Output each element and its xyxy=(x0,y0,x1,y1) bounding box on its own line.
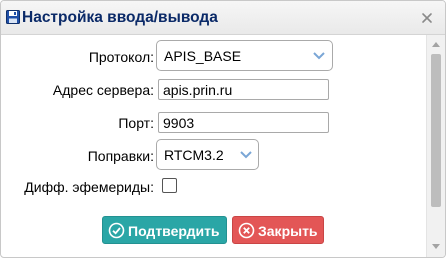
confirm-button-label: Подтвердить xyxy=(128,223,220,239)
scroll-up-arrow-icon[interactable] xyxy=(431,40,441,48)
chevron-down-icon xyxy=(240,151,252,159)
vertical-scrollbar[interactable] xyxy=(426,35,445,257)
scroll-down-arrow-icon[interactable] xyxy=(431,243,441,251)
server-address-input[interactable] xyxy=(158,79,329,100)
scrollbar-thumb[interactable] xyxy=(431,54,441,207)
protocol-label: Протокол: xyxy=(88,49,154,65)
x-circle-icon xyxy=(238,222,255,239)
check-circle-icon xyxy=(108,222,125,239)
save-icon xyxy=(6,10,20,24)
close-button[interactable]: Закрыть xyxy=(232,216,324,244)
close-icon[interactable] xyxy=(421,12,433,24)
corrections-label: Поправки: xyxy=(87,148,154,164)
chevron-down-icon xyxy=(313,52,325,60)
port-input[interactable] xyxy=(158,112,329,133)
close-button-label: Закрыть xyxy=(258,223,318,239)
dialog-titlebar[interactable]: Настройка ввода/вывода xyxy=(1,1,445,35)
protocol-select[interactable]: APIS_BASE xyxy=(156,40,333,71)
protocol-value: APIS_BASE xyxy=(164,48,242,64)
confirm-button[interactable]: Подтвердить xyxy=(102,216,227,244)
io-settings-dialog: Настройка ввода/вывода Протокол: APIS_BA… xyxy=(0,0,446,258)
port-label: Порт: xyxy=(118,115,154,131)
corrections-select[interactable]: RTCM3.2 xyxy=(156,139,259,170)
dialog-title: Настройка ввода/вывода xyxy=(22,9,218,26)
diff-ephemeris-label: Дифф. эфемериды: xyxy=(24,179,154,195)
dialog-content: Протокол: APIS_BASE Адрес сервера: Порт:… xyxy=(1,35,445,257)
server-label: Адрес сервера: xyxy=(52,82,154,98)
corrections-value: RTCM3.2 xyxy=(164,147,224,163)
diff-ephemeris-checkbox[interactable] xyxy=(162,178,177,193)
